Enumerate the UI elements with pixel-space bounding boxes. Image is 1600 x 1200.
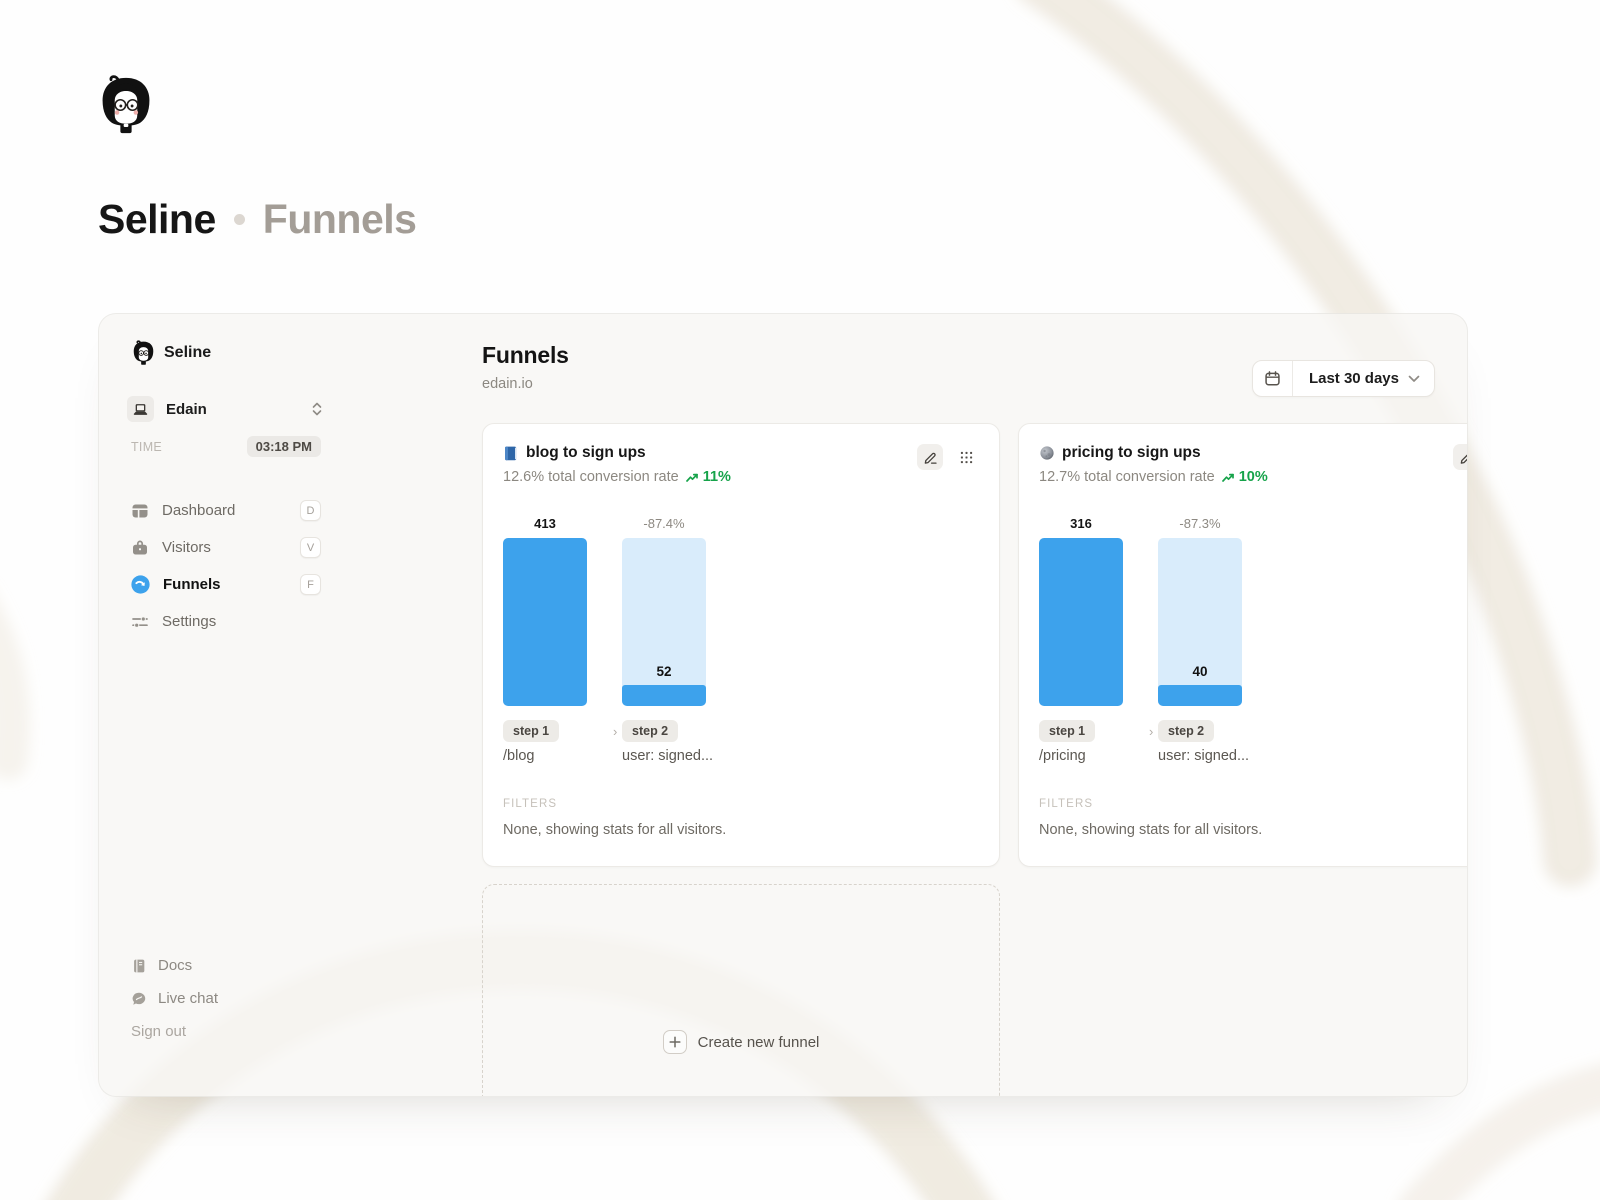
seline-logo: [96, 74, 156, 136]
step1-bar: [1039, 538, 1123, 706]
shortcut-key-v: V: [300, 537, 321, 558]
time-value-badge: 03:18 PM: [247, 436, 321, 457]
visitors-icon: [131, 539, 149, 557]
chat-icon: [131, 991, 147, 1007]
step2-count: 52: [622, 664, 706, 679]
sidebar-item-visitors[interactable]: Visitors V: [131, 529, 321, 566]
app-panel: Seline Edain TIME 03:18 PM: [98, 313, 1468, 1097]
sidebar-item-funnels[interactable]: Funnels F: [131, 566, 321, 603]
sidebar-brand: Seline: [131, 340, 211, 366]
funnel-chart: 316 -87.3% 40 step 1: [1039, 516, 1468, 770]
sidebar: Seline Edain TIME 03:18 PM: [99, 314, 384, 1096]
step1-badge: step 1: [503, 720, 559, 742]
breadcrumb-page: Funnels: [263, 196, 417, 243]
conversion-summary: 12.6% total conversion rate 11%: [503, 469, 731, 485]
filters-value: None, showing stats for all visitors.: [1039, 822, 1262, 838]
step2-badge: step 2: [1158, 720, 1214, 742]
workspace-selector[interactable]: Edain: [127, 392, 323, 426]
chevron-down-icon: [1408, 375, 1420, 383]
sidebar-nav: Dashboard D Visitors V Funnels: [131, 492, 321, 640]
create-funnel-label: Create new funnel: [698, 1034, 820, 1051]
edit-funnel-button[interactable]: [917, 444, 943, 470]
trend-up-icon: [686, 472, 699, 483]
step2-bar-fill: [1158, 685, 1242, 706]
step2-dropoff: -87.4%: [622, 516, 706, 536]
pencil-icon: [923, 450, 938, 465]
funnel-card-blog: blog to sign ups: [482, 423, 1000, 867]
footer-label-live-chat: Live chat: [158, 990, 218, 1007]
create-new-funnel-button[interactable]: Create new funnel: [482, 884, 1000, 1097]
funnel-card-pricing: pricing to sign ups: [1018, 423, 1468, 867]
filters-label: FILTERS: [503, 798, 557, 810]
date-range-value[interactable]: Last 30 days: [1293, 361, 1434, 396]
sidebar-footer: Docs Live chat Sign out: [131, 949, 321, 1040]
chevron-updown-icon: [311, 401, 323, 417]
sidebar-item-settings[interactable]: Settings: [131, 603, 321, 640]
calendar-button[interactable]: [1253, 361, 1293, 396]
page-title: Funnels: [482, 342, 569, 369]
step2-label: user: signed...: [1158, 748, 1249, 764]
filters-label: FILTERS: [1039, 798, 1093, 810]
settings-icon: [131, 613, 149, 631]
site-domain: edain.io: [482, 376, 533, 392]
conversion-summary: 12.7% total conversion rate 10%: [1039, 469, 1268, 485]
step2-count: 40: [1158, 664, 1242, 679]
shortcut-key-d: D: [300, 500, 321, 521]
trend-badge: 10%: [1222, 469, 1268, 485]
nav-label-settings: Settings: [162, 613, 321, 630]
step2-bar-background: [1158, 538, 1242, 706]
step2-dropoff: -87.3%: [1158, 516, 1242, 536]
step2-label: user: signed...: [622, 748, 713, 764]
trend-badge: 11%: [686, 469, 731, 485]
breadcrumb: Seline Funnels: [98, 196, 416, 243]
time-label: TIME: [131, 440, 162, 454]
brand-name: Seline: [164, 344, 211, 362]
footer-label-docs: Docs: [158, 957, 192, 974]
shortcut-key-f: F: [300, 574, 321, 595]
blue-book-icon: [503, 445, 519, 462]
sign-out-button[interactable]: Sign out: [131, 1023, 321, 1040]
grid-dots-icon: [959, 450, 974, 465]
nav-label-visitors: Visitors: [162, 539, 287, 556]
moon-icon: [1039, 445, 1055, 461]
date-range-selector[interactable]: Last 30 days: [1252, 360, 1435, 397]
main-content: Funnels edain.io Last 30 days: [384, 314, 1467, 1096]
step2-bar-background: [622, 538, 706, 706]
step1-count: 316: [1039, 516, 1123, 536]
pencil-icon: [1459, 450, 1469, 465]
funnel-cards: blog to sign ups: [482, 423, 1468, 867]
step1-label: /blog: [503, 748, 534, 764]
dashboard-icon: [131, 502, 149, 520]
step2-bar-fill: [622, 685, 706, 706]
funnels-icon: [131, 575, 150, 594]
funnel-title: blog to sign ups: [503, 444, 646, 462]
trend-up-icon: [1222, 472, 1235, 483]
funnel-chart: 413 -87.4% 52 step 1: [503, 516, 979, 770]
step1-count: 413: [503, 516, 587, 536]
sidebar-item-dashboard[interactable]: Dashboard D: [131, 492, 321, 529]
breadcrumb-app: Seline: [98, 196, 216, 243]
step1-badge: step 1: [1039, 720, 1095, 742]
step1-label: /pricing: [1039, 748, 1086, 764]
edit-funnel-button[interactable]: [1453, 444, 1468, 470]
drag-handle-button[interactable]: [953, 444, 979, 470]
nav-label-dashboard: Dashboard: [162, 502, 287, 519]
nav-label-funnels: Funnels: [163, 576, 287, 593]
chevron-right-icon: ›: [1149, 724, 1153, 739]
docs-icon: [131, 958, 147, 974]
plus-icon: [663, 1030, 687, 1054]
funnel-title: pricing to sign ups: [1039, 444, 1201, 462]
breadcrumb-dot: [234, 214, 245, 225]
seline-logo-small: [131, 340, 156, 366]
filters-value: None, showing stats for all visitors.: [503, 822, 726, 838]
step1-bar: [503, 538, 587, 706]
sidebar-item-docs[interactable]: Docs: [131, 949, 321, 982]
workspace-icon: [127, 396, 154, 422]
time-row: TIME 03:18 PM: [131, 436, 321, 457]
calendar-icon: [1264, 370, 1281, 387]
workspace-name: Edain: [166, 401, 299, 418]
chevron-right-icon: ›: [613, 724, 617, 739]
sidebar-item-live-chat[interactable]: Live chat: [131, 982, 321, 1015]
step2-badge: step 2: [622, 720, 678, 742]
